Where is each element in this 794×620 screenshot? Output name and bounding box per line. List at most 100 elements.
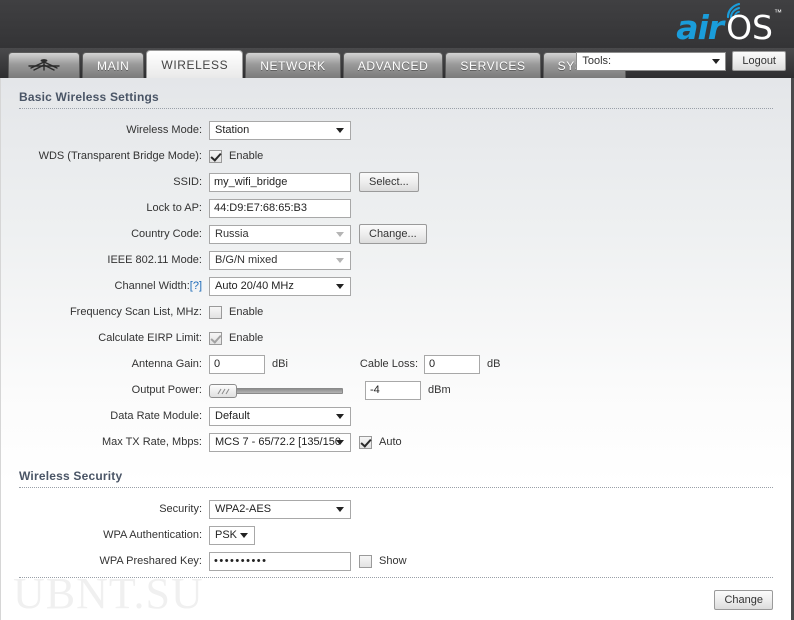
- chevron-down-icon: [336, 414, 344, 419]
- tab-services[interactable]: SERVICES: [445, 52, 541, 78]
- row-frequency-scan-list: Frequency Scan List, MHz: Enable: [1, 301, 791, 323]
- ubiquiti-logo-icon: [28, 59, 60, 71]
- wireless-mode-select[interactable]: Station: [209, 120, 351, 140]
- security-value: WPA2-AES: [215, 502, 272, 515]
- max-tx-rate-value: MCS 7 - 65/72.2 [135/150: [215, 435, 341, 448]
- country-code-label: Country Code:: [131, 228, 202, 240]
- logo-trademark: ™: [774, 8, 782, 17]
- max-tx-auto-checkbox[interactable]: [359, 435, 372, 449]
- cable-loss-input[interactable]: [424, 354, 480, 374]
- grip-lines-icon: [217, 388, 230, 394]
- tab-main[interactable]: MAIN: [82, 52, 145, 78]
- ieee-mode-select[interactable]: B/G/N mixed: [209, 250, 351, 270]
- antenna-gain-unit: dBi: [272, 358, 288, 370]
- ssid-label: SSID:: [173, 176, 202, 188]
- row-ssid: SSID: Select...: [1, 171, 791, 193]
- show-password-checkbox[interactable]: [359, 554, 372, 568]
- max-tx-rate-select[interactable]: MCS 7 - 65/72.2 [135/150: [209, 432, 351, 452]
- chevron-down-icon: [336, 284, 344, 289]
- row-wpa-authentication: WPA Authentication: PSK: [1, 524, 791, 546]
- row-security: Security: WPA2-AES: [1, 498, 791, 520]
- row-calculate-eirp: Calculate EIRP Limit: Enable: [1, 327, 791, 349]
- country-change-button[interactable]: Change...: [359, 224, 427, 244]
- row-lock-to-ap: Lock to AP:: [1, 197, 791, 219]
- chevron-down-icon: [240, 533, 248, 538]
- page-header: air OS ™: [0, 0, 794, 48]
- tools-dropdown[interactable]: Tools:: [576, 51, 727, 71]
- frequency-scan-list-enable-label: Enable: [229, 306, 264, 318]
- tab-main-label: MAIN: [97, 59, 130, 73]
- wpa-preshared-key-label: WPA Preshared Key:: [99, 555, 202, 567]
- antenna-gain-label: Antenna Gain:: [131, 358, 202, 370]
- wds-label: WDS (Transparent Bridge Mode):: [38, 150, 202, 162]
- ssid-select-button[interactable]: Select...: [359, 172, 419, 192]
- country-code-select[interactable]: Russia: [209, 224, 351, 244]
- data-rate-module-value: Default: [215, 409, 250, 422]
- basic-wireless-settings-heading: Basic Wireless Settings: [19, 90, 159, 104]
- country-code-value: Russia: [215, 227, 249, 240]
- tab-services-label: SERVICES: [460, 59, 526, 73]
- calculate-eirp-checkbox[interactable]: [209, 331, 222, 345]
- wds-enable-checkbox[interactable]: [209, 149, 222, 163]
- calculate-eirp-label: Calculate EIRP Limit:: [98, 332, 202, 344]
- chevron-down-icon: [336, 232, 344, 237]
- max-tx-auto-label: Auto: [379, 436, 402, 448]
- ubiquiti-logo-tab[interactable]: [8, 52, 80, 78]
- calculate-eirp-enable-label: Enable: [229, 332, 264, 344]
- ieee-mode-value: B/G/N mixed: [215, 253, 278, 266]
- tab-wireless[interactable]: WIRELESS: [146, 50, 244, 78]
- tab-advanced-label: ADVANCED: [357, 59, 429, 73]
- channel-width-label-text: Channel Width:: [114, 280, 190, 292]
- change-button[interactable]: Change: [714, 590, 773, 610]
- page-content: UBNT.SU Basic Wireless Settings Wireless…: [0, 78, 794, 620]
- section-divider-basic: [19, 108, 773, 109]
- tab-network-label: NETWORK: [260, 59, 326, 73]
- wireless-security-form: Security: WPA2-AES WPA Authentication: P…: [1, 498, 791, 572]
- row-country-code: Country Code: Russia Change...: [1, 223, 791, 245]
- chevron-down-icon: [336, 507, 344, 512]
- tab-network[interactable]: NETWORK: [245, 52, 341, 78]
- data-rate-module-select[interactable]: Default: [209, 406, 351, 426]
- output-power-input[interactable]: [365, 380, 421, 400]
- security-select[interactable]: WPA2-AES: [209, 499, 351, 519]
- row-output-power: Output Power: dBm: [1, 379, 791, 401]
- slider-handle[interactable]: [209, 383, 237, 398]
- wpa-authentication-select[interactable]: PSK: [209, 525, 255, 545]
- ssid-input[interactable]: [209, 172, 351, 192]
- output-power-unit: dBm: [428, 384, 451, 396]
- channel-width-help-link[interactable]: [?]: [190, 280, 202, 292]
- row-data-rate-module: Data Rate Module: Default: [1, 405, 791, 427]
- ieee-mode-label: IEEE 802.11 Mode:: [107, 254, 202, 266]
- cable-loss-unit: dB: [487, 358, 501, 370]
- data-rate-module-label: Data Rate Module:: [110, 410, 202, 422]
- lock-to-ap-input[interactable]: [209, 198, 351, 218]
- wpa-preshared-key-input[interactable]: ••••••••••: [209, 551, 351, 571]
- wds-enable-label: Enable: [229, 150, 264, 162]
- logo-air-text: air: [676, 8, 724, 47]
- row-wpa-preshared-key: WPA Preshared Key: •••••••••• Show: [1, 550, 791, 572]
- channel-width-label: Channel Width:[?]: [1, 280, 209, 292]
- logout-button[interactable]: Logout: [732, 51, 786, 71]
- output-power-slider[interactable]: [209, 381, 343, 400]
- chevron-down-icon: [712, 59, 721, 64]
- chevron-down-icon: [336, 128, 344, 133]
- section-divider-security: [19, 487, 773, 488]
- wireless-mode-label: Wireless Mode:: [126, 124, 202, 136]
- toolbar-right: Tools: Logout: [576, 51, 786, 71]
- cable-loss-label: Cable Loss:: [359, 358, 418, 370]
- tab-advanced[interactable]: ADVANCED: [342, 52, 444, 78]
- wireless-mode-value: Station: [215, 123, 250, 136]
- show-password-label: Show: [379, 555, 407, 567]
- max-tx-rate-label: Max TX Rate, Mbps:: [101, 436, 202, 448]
- channel-width-select[interactable]: Auto 20/40 MHz: [209, 276, 351, 296]
- frequency-scan-list-checkbox[interactable]: [209, 305, 222, 319]
- channel-width-value: Auto 20/40 MHz: [215, 279, 294, 292]
- main-navigation-tabs: MAIN WIRELESS NETWORK ADVANCED SERVICES …: [0, 48, 794, 78]
- row-max-tx-rate: Max TX Rate, Mbps: MCS 7 - 65/72.2 [135/…: [1, 431, 791, 453]
- row-wireless-mode: Wireless Mode: Station: [1, 119, 791, 141]
- tools-dropdown-label: Tools:: [582, 54, 612, 67]
- wireless-security-heading: Wireless Security: [19, 469, 123, 483]
- chevron-down-icon: [336, 258, 344, 263]
- antenna-gain-input[interactable]: [209, 354, 265, 374]
- row-ieee-mode: IEEE 802.11 Mode: B/G/N mixed: [1, 249, 791, 271]
